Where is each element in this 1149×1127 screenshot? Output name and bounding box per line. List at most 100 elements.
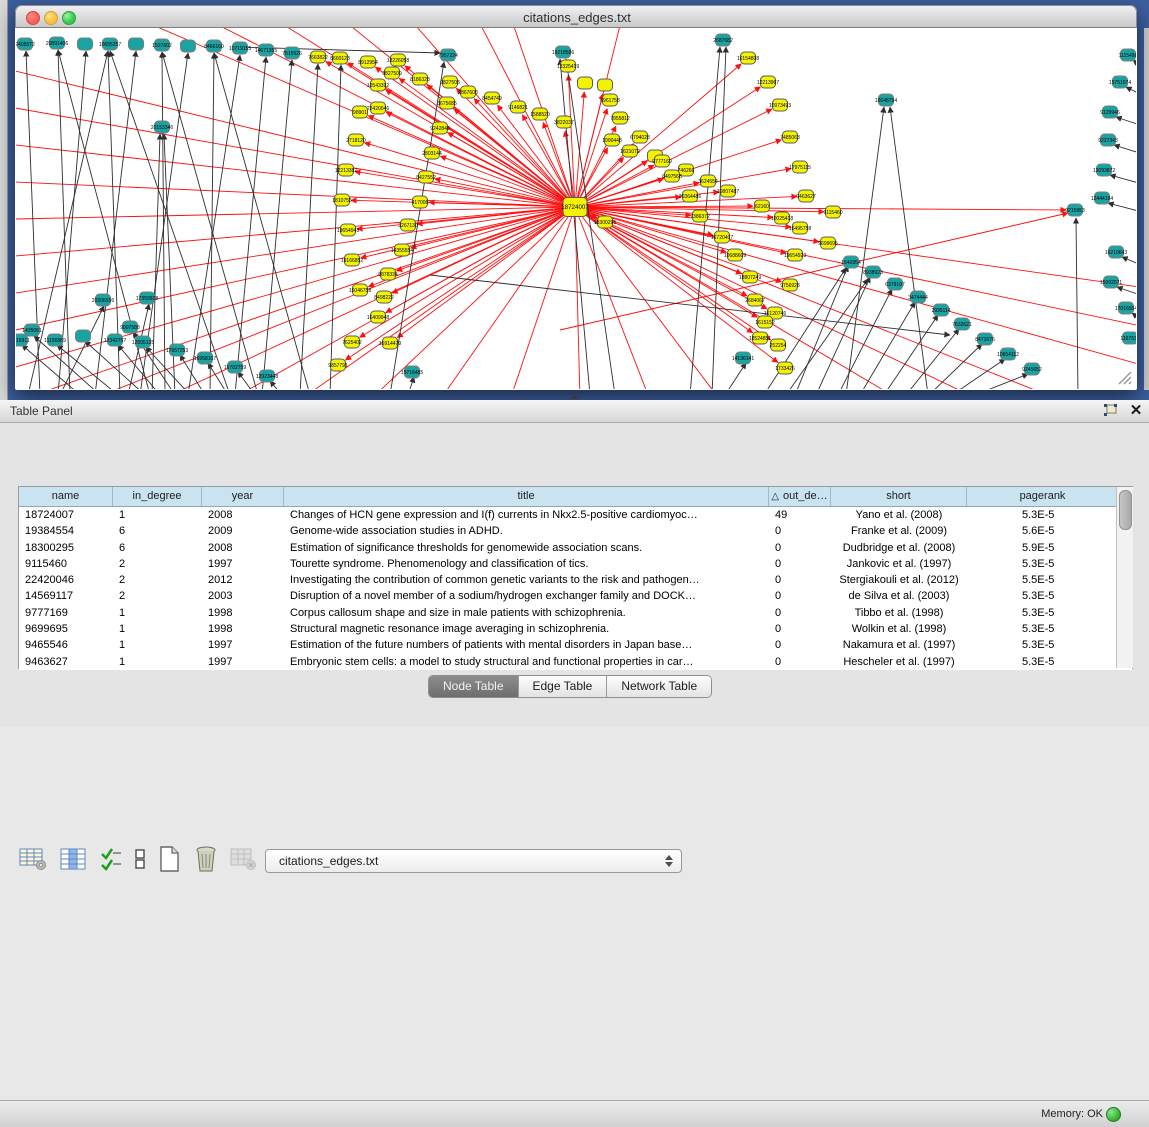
table-cell: Tourette syndrome. Phenomenology and cla… [284, 556, 769, 572]
delete-column-icon[interactable] [226, 844, 260, 874]
graph-edge [1110, 175, 1136, 185]
table-row[interactable]: 969969511998Structural magnetic resonanc… [19, 621, 1132, 637]
graph-edge [575, 207, 1136, 290]
memory-status-indicator[interactable] [1106, 1107, 1121, 1122]
window-resize-grip[interactable] [1116, 369, 1132, 385]
table-cell: 0 [769, 588, 831, 604]
tab-node-table[interactable]: Node Table [429, 676, 519, 697]
graph-node-label: 417006 [412, 200, 429, 206]
tab-edge-table[interactable]: Edge Table [519, 676, 608, 697]
graph-node-label: 2935114 [931, 308, 950, 314]
table-cell: 5.3E-5 [967, 637, 1119, 653]
table-panel-title: Table Panel [10, 404, 73, 418]
graph-node-label: 2684067 [745, 298, 765, 304]
graph-node-label: 6497568 [662, 174, 682, 180]
graph-edge [408, 377, 414, 389]
graph-node-label: 11156869 [44, 338, 66, 344]
delete-table-icon[interactable] [189, 844, 223, 874]
graph-node-label: 7632621 [952, 322, 972, 328]
table-cell: de Silva et al. (2003) [831, 588, 967, 604]
graph-node-label: 2718120 [346, 138, 366, 144]
graph-edge [16, 207, 575, 260]
graph-node-label: 2867608 [458, 90, 478, 96]
table-cell: 5.6E-5 [967, 523, 1119, 539]
graph-node-label: 7386372 [690, 214, 710, 220]
row-height-icon[interactable] [128, 844, 152, 874]
graph-node-label: 252254 [770, 343, 787, 349]
graph-node[interactable] [181, 40, 196, 52]
network-window-title: citations_edges.txt [16, 10, 1138, 25]
graph-node-label: 15992071 [1100, 280, 1122, 286]
new-table-icon[interactable] [152, 844, 186, 874]
graph-edge [575, 207, 786, 253]
background-window-edge-left [0, 0, 8, 400]
table-row[interactable]: 1938455462009Genome-wide association stu… [19, 523, 1132, 539]
column-chooser-icon[interactable] [56, 844, 90, 874]
graph-edge [16, 60, 575, 207]
graph-node-label: 12923448 [256, 374, 278, 380]
table-row[interactable]: 977716911998Corpus callosum shape and si… [19, 605, 1132, 621]
graph-node-label: 9699695 [818, 241, 838, 247]
table-settings-icon[interactable] [16, 844, 50, 874]
table-cell: Corpus callosum shape and size in male p… [284, 605, 769, 621]
network-window-titlebar[interactable]: citations_edges.txt [15, 5, 1137, 28]
graph-edge [392, 207, 575, 293]
graph-node[interactable] [598, 79, 613, 91]
graph-node-label: 3675685 [437, 101, 457, 107]
splitter-handle[interactable] [569, 393, 577, 399]
graph-node-label: 7663822 [308, 55, 328, 61]
graph-node-label: 16958107 [194, 356, 216, 362]
graph-node-label: 9827508 [440, 80, 460, 86]
table-tabbar: Node TableEdge TableNetwork Table [0, 672, 1149, 700]
graph-node[interactable] [129, 38, 144, 50]
graph-node-label: 12444194 [1091, 196, 1113, 202]
table-cell: 2003 [202, 588, 284, 604]
graph-node-label: 16495758 [789, 226, 811, 232]
table-cell: Estimation of the future numbers of pati… [284, 637, 769, 653]
graph-node-label: 17957253 [166, 348, 188, 354]
column-header-name[interactable]: name [19, 487, 113, 506]
graph-node-label: 9129946 [1100, 110, 1120, 116]
table-row[interactable]: 1456911722003Disruption of a novel membe… [19, 588, 1132, 604]
network-canvas[interactable]: 2405572208914061065525715276028466160107… [16, 28, 1136, 389]
graph-node-label: 20364486 [679, 194, 701, 200]
column-header-in_degree[interactable]: in_degree [113, 487, 202, 506]
graph-node-label: 17016504 [1115, 306, 1136, 312]
column-header-title[interactable]: title [284, 487, 769, 506]
graph-node-label: 8427552 [416, 175, 436, 181]
table-row[interactable]: 946554611997Estimation of the future num… [19, 637, 1132, 653]
graph-node-label: 62160 [755, 204, 769, 210]
vertical-scrollbar[interactable] [1116, 487, 1133, 668]
select-rows-icon[interactable] [96, 844, 126, 874]
graph-edge [16, 207, 575, 220]
graph-node[interactable] [578, 77, 593, 89]
table-cell: Embryonic stem cells: a model to study s… [284, 654, 769, 670]
close-panel-icon[interactable]: ✕ [1127, 401, 1145, 419]
graph-edge [860, 302, 915, 389]
column-header-year[interactable]: year [202, 487, 284, 506]
table-cell: Wolkin et al. (1998) [831, 621, 967, 637]
graph-node-label: 20153346 [151, 125, 173, 131]
float-window-icon[interactable] [1101, 403, 1119, 419]
table-row[interactable]: 911546021997Tourette syndrome. Phenomeno… [19, 556, 1132, 572]
graph-node-label: 9097588 [120, 325, 140, 331]
graph-edge [368, 116, 575, 207]
tab-network-table[interactable]: Network Table [607, 676, 711, 697]
table-cell: Tibbo et al. (1998) [831, 605, 967, 621]
table-row[interactable]: 1830029562008Estimation of significance … [19, 540, 1132, 556]
table-cell: 22420046 [19, 572, 113, 588]
column-header-short[interactable]: short [831, 487, 967, 506]
graph-node[interactable] [78, 38, 93, 50]
column-header-pagerank[interactable]: pagerank [967, 487, 1119, 506]
graph-edge [560, 59, 590, 389]
graph-node-label: 1640954 [841, 260, 861, 266]
graph-node[interactable] [76, 330, 91, 342]
scrollbar-thumb[interactable] [1119, 490, 1132, 530]
table-select-dropdown[interactable]: citations_edges.txt [265, 849, 682, 873]
graph-node-label: 7625402 [342, 340, 362, 346]
table-row[interactable]: 1872400712008Changes of HCN gene express… [19, 507, 1132, 523]
column-header-out_de[interactable]: △out_de… [769, 487, 831, 506]
graph-edge [1114, 145, 1136, 155]
table-row[interactable]: 946362711997Embryonic stem cells: a mode… [19, 654, 1132, 670]
table-row[interactable]: 2242004622012Investigating the contribut… [19, 572, 1132, 588]
